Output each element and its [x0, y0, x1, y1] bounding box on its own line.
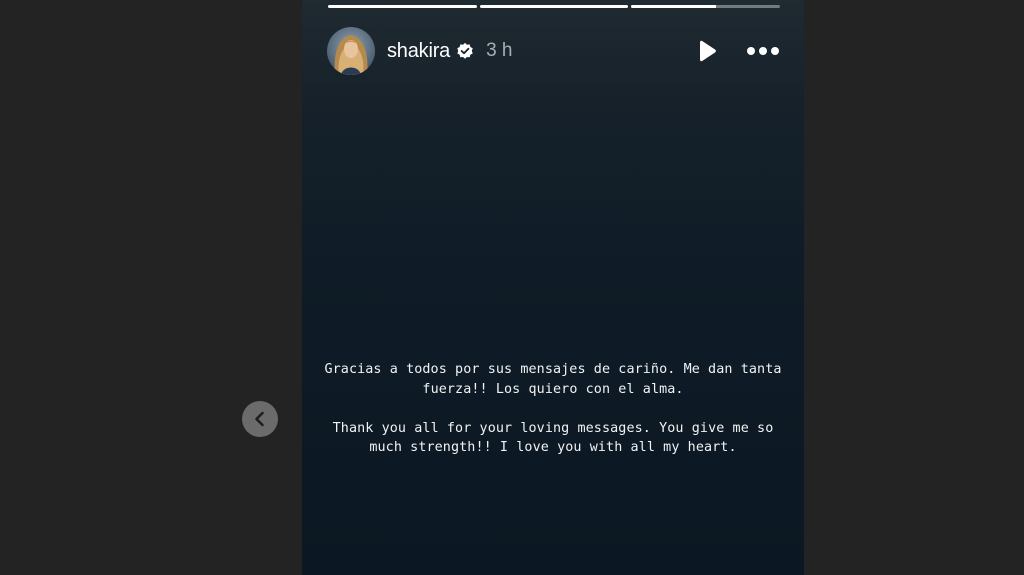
progress-fill — [479, 5, 629, 8]
chevron-left-icon — [255, 411, 264, 427]
story-progress-bar — [328, 5, 781, 8]
more-options-button[interactable] — [746, 36, 780, 66]
progress-fill — [631, 5, 717, 8]
story-viewer: shakira 3 h Gracias a todos por sus mens… — [0, 0, 1024, 575]
verified-badge-icon — [456, 42, 474, 60]
progress-segment — [479, 5, 629, 8]
progress-fill — [328, 5, 477, 8]
caption-english: Thank you all for your loving messages. … — [332, 420, 774, 456]
story-card[interactable]: shakira 3 h Gracias a todos por sus mens… — [302, 0, 804, 575]
progress-segment — [631, 5, 781, 8]
play-icon — [700, 40, 716, 62]
progress-segment — [328, 5, 477, 8]
avatar[interactable] — [327, 27, 375, 75]
story-header: shakira 3 h — [327, 26, 780, 76]
time-ago: 3 h — [486, 40, 513, 61]
caption-spanish: Gracias a todos por sus mensajes de cari… — [324, 362, 782, 397]
more-options-icon — [747, 47, 779, 55]
story-caption: Gracias a todos por sus mensajes de cari… — [322, 360, 784, 477]
previous-story-button[interactable] — [242, 401, 278, 437]
play-button[interactable] — [692, 36, 722, 66]
username[interactable]: shakira — [387, 40, 450, 63]
